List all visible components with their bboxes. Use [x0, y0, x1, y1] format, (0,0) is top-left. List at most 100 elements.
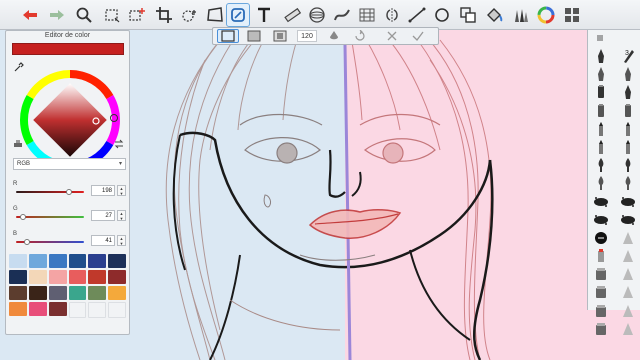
color-swatch[interactable]	[9, 302, 27, 316]
color-swatch[interactable]	[68, 254, 87, 268]
cone-brush-icon[interactable]	[619, 284, 637, 300]
brush-brush-icon[interactable]	[619, 175, 637, 191]
swap-icon[interactable]	[114, 139, 124, 149]
stroke-line-icon[interactable]	[405, 3, 429, 27]
brush-brush-icon[interactable]	[619, 157, 637, 173]
fill-bucket-icon[interactable]	[482, 3, 506, 27]
text-icon[interactable]	[252, 3, 276, 27]
color-swatch[interactable]	[88, 254, 107, 268]
circle-shape-icon[interactable]	[430, 3, 454, 27]
french-curve-icon[interactable]	[330, 3, 354, 27]
color-swatch[interactable]	[88, 270, 107, 284]
printer-icon[interactable]	[13, 139, 23, 149]
splat-brush-icon[interactable]	[592, 212, 610, 228]
color-swatch[interactable]	[108, 302, 126, 318]
cone-brush-icon[interactable]	[619, 230, 637, 246]
size-value[interactable]: 120	[297, 30, 317, 42]
bucket-brush-icon[interactable]	[592, 321, 610, 337]
symmetry-icon[interactable]	[380, 3, 404, 27]
zoom-icon[interactable]	[72, 3, 96, 27]
color-mode-select[interactable]: RGB ▾	[13, 158, 126, 170]
value-field-b[interactable]: 41	[91, 235, 115, 246]
tube-brush-icon[interactable]	[592, 248, 610, 264]
redo-icon[interactable]	[45, 3, 69, 27]
pencil-brush-icon[interactable]	[592, 139, 610, 155]
marker-brush-icon[interactable]	[592, 84, 610, 100]
color-swatch[interactable]	[48, 270, 67, 284]
pencil-brush-icon[interactable]	[592, 121, 610, 137]
crop-icon[interactable]	[152, 3, 176, 27]
ellipse-guide-icon[interactable]	[305, 3, 329, 27]
select-plus-icon[interactable]	[125, 3, 149, 27]
current-color-swatch[interactable]	[12, 43, 124, 55]
refresh-icon[interactable]	[351, 29, 369, 43]
spinner-g[interactable]: ▲ ▼	[117, 210, 126, 221]
color-swatch[interactable]	[9, 254, 27, 268]
marker-brush-icon[interactable]	[592, 103, 610, 119]
slider-g[interactable]	[16, 216, 84, 218]
brush-brush-icon[interactable]	[592, 157, 610, 173]
bucket-brush-icon[interactable]	[592, 303, 610, 319]
rect-outline-icon[interactable]	[217, 29, 239, 43]
cancel-icon[interactable]	[383, 29, 401, 43]
pencil-brush-icon[interactable]	[619, 139, 637, 155]
color-swatch[interactable]	[68, 286, 87, 300]
color-swatch[interactable]	[48, 286, 67, 300]
bucket-brush-icon[interactable]	[592, 284, 610, 300]
color-swatch[interactable]	[108, 286, 126, 300]
rect-gradient-icon[interactable]	[243, 29, 265, 43]
bucket-brush-icon[interactable]	[592, 266, 610, 282]
confirm-icon[interactable]	[409, 29, 427, 43]
pencil-brush-icon[interactable]	[619, 121, 637, 137]
slider-knob-g[interactable]	[20, 214, 27, 220]
color-swatch[interactable]	[108, 270, 126, 284]
brush-brush-icon[interactable]	[592, 175, 610, 191]
distort-icon[interactable]	[203, 3, 227, 27]
marker-brush-icon[interactable]	[619, 103, 637, 119]
grid-menu-icon[interactable]	[560, 3, 584, 27]
color-swatch[interactable]	[88, 286, 107, 300]
brush-settings-icon[interactable]	[596, 34, 604, 42]
splat-brush-icon[interactable]	[619, 212, 637, 228]
pen-brush-icon[interactable]	[592, 66, 610, 82]
cone-brush-icon[interactable]	[619, 266, 637, 282]
color-swatch[interactable]	[108, 254, 126, 268]
brush-set-icon[interactable]	[508, 3, 532, 27]
color-swatch[interactable]	[28, 254, 47, 268]
value-field-g[interactable]: 27	[91, 210, 115, 221]
slider-knob-b[interactable]	[23, 239, 30, 245]
undo-icon[interactable]	[18, 3, 42, 27]
color-wheel-icon[interactable]	[534, 3, 558, 27]
pen-brush-icon[interactable]	[592, 48, 610, 64]
color-swatch[interactable]	[88, 302, 107, 318]
color-swatch[interactable]	[28, 286, 47, 300]
color-swatch[interactable]	[48, 302, 67, 316]
color-swatch[interactable]	[68, 302, 87, 318]
color-swatch[interactable]	[28, 270, 47, 284]
slider-r[interactable]	[16, 191, 84, 193]
ruler-icon[interactable]	[280, 3, 304, 27]
cone-brush-icon[interactable]	[619, 303, 637, 319]
color-swatch[interactable]	[48, 254, 67, 268]
layers-copy-icon[interactable]	[456, 3, 480, 27]
rect-filled-icon[interactable]	[269, 29, 291, 43]
cone-brush-icon[interactable]	[619, 248, 637, 264]
pen-brush-icon[interactable]	[619, 66, 637, 82]
move-icon[interactable]	[178, 3, 202, 27]
slider-knob-r[interactable]	[65, 189, 72, 195]
color-swatch[interactable]	[68, 270, 87, 284]
splat-brush-icon[interactable]	[619, 194, 637, 210]
splat-brush-icon[interactable]	[592, 194, 610, 210]
rect-select-icon[interactable]	[100, 3, 124, 27]
spinner-b[interactable]: ▲ ▼	[117, 235, 126, 246]
color-swatch[interactable]	[28, 302, 47, 316]
ink-brush-icon[interactable]	[592, 230, 610, 246]
perspective-grid-icon[interactable]	[355, 3, 379, 27]
pen-brush-icon[interactable]	[619, 84, 637, 100]
brush-tool-icon[interactable]	[226, 3, 250, 27]
fill-drop-icon[interactable]	[325, 29, 343, 43]
value-field-r[interactable]: 198	[91, 185, 115, 196]
cal-brush-icon[interactable]	[619, 48, 637, 64]
spinner-r[interactable]: ▲ ▼	[117, 185, 126, 196]
color-swatch[interactable]	[9, 286, 27, 300]
